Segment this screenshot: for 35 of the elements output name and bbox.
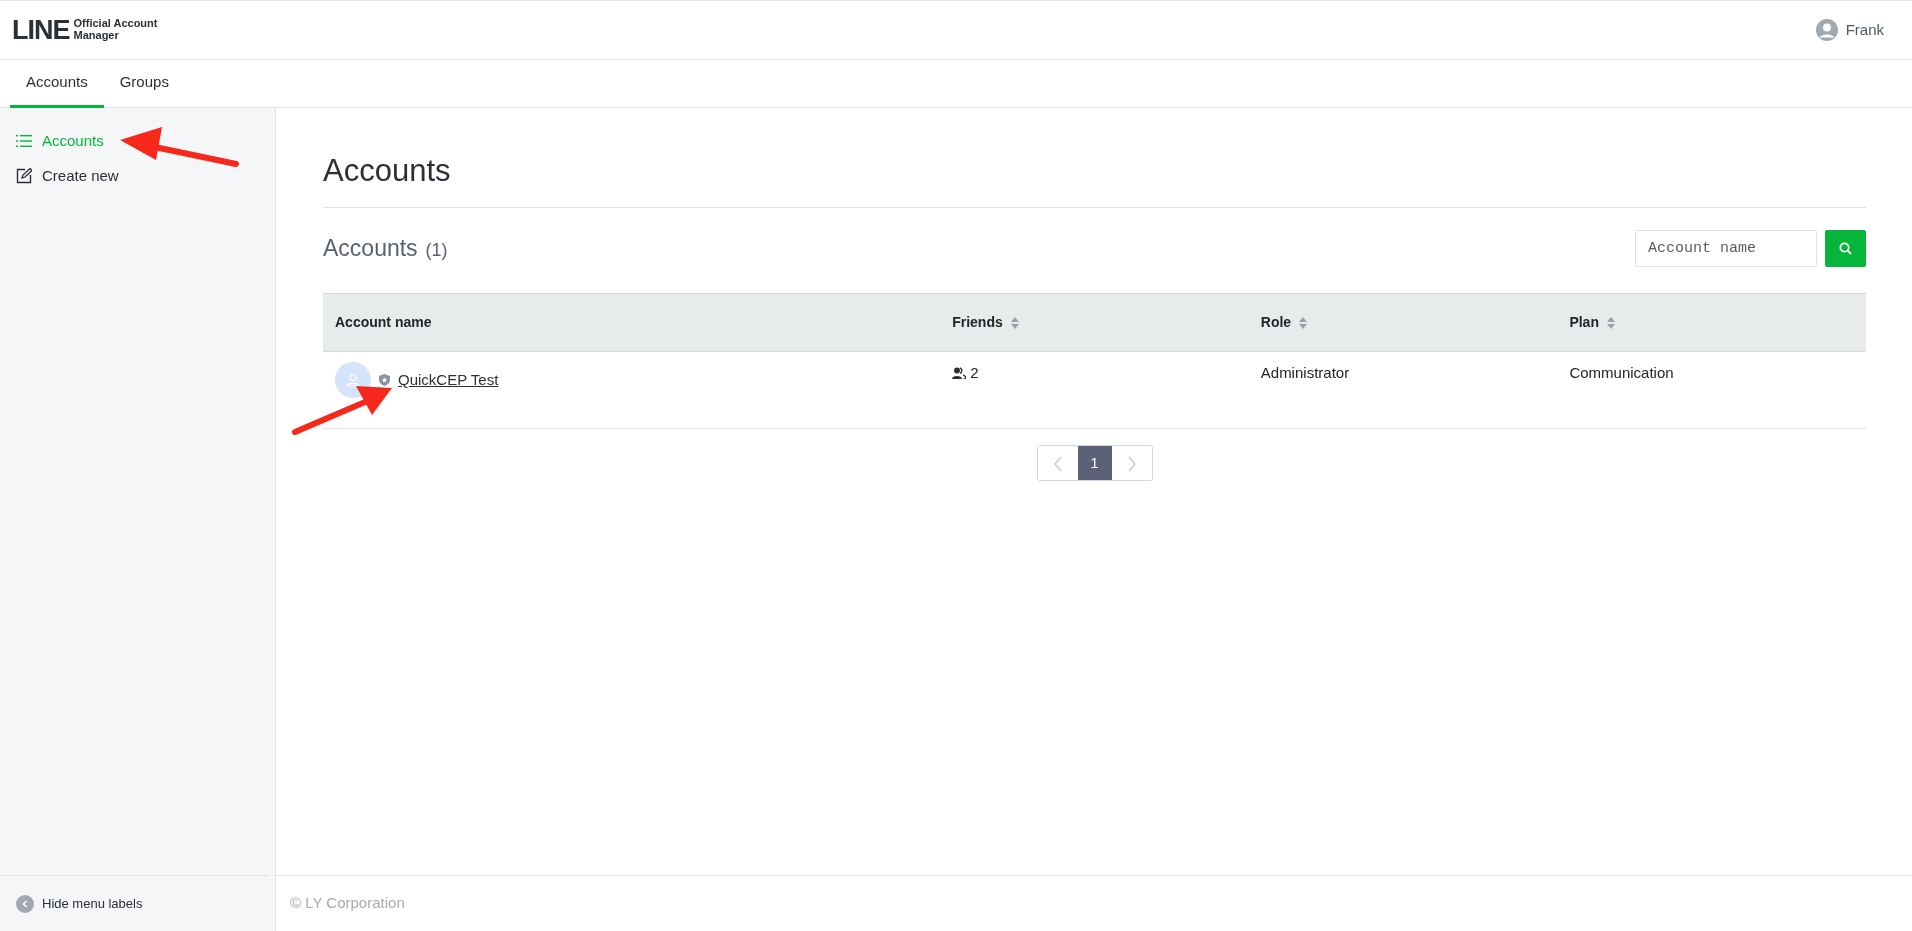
table-cell: Administrator	[1248, 351, 1558, 429]
collapse-icon[interactable]	[16, 894, 34, 913]
sort-icon[interactable]	[1010, 316, 1019, 329]
sidebar-item[interactable]: Create new	[0, 158, 275, 193]
edit-icon	[16, 167, 32, 184]
shield-icon	[379, 374, 390, 387]
user-name[interactable]: Frank	[1845, 18, 1884, 42]
page-title: Accounts	[323, 152, 1866, 209]
account-link[interactable]: QuickCEP Test	[398, 368, 499, 392]
section-title: Accounts	[323, 234, 418, 264]
table-cell: Communication	[1557, 351, 1866, 429]
chevron-left-icon	[1052, 456, 1063, 472]
column-header: Plan	[1569, 313, 1599, 333]
search-button[interactable]	[1825, 230, 1866, 268]
nav-tab[interactable]: Groups	[103, 60, 185, 108]
people-icon	[952, 367, 967, 380]
collapse-label[interactable]: Hide menu labels	[42, 893, 143, 914]
user-avatar-icon[interactable]	[1815, 19, 1838, 41]
logo-text: Official Account	[73, 18, 158, 30]
account-count: (1)	[425, 239, 448, 263]
column-header: Account name	[335, 313, 432, 333]
sort-icon[interactable]	[1299, 316, 1308, 329]
sort-icon[interactable]	[1606, 316, 1615, 329]
copyright-text: © LY Corporation	[290, 893, 405, 914]
search-icon	[1839, 242, 1852, 256]
column-header: Friends	[952, 313, 1003, 333]
list-icon	[16, 134, 32, 149]
search-field[interactable]: Account name	[1635, 230, 1817, 268]
person-icon	[346, 373, 360, 388]
column-header: Role	[1260, 313, 1292, 333]
page-button[interactable]: 1	[1077, 446, 1112, 481]
logo-text: Manager	[73, 30, 120, 42]
chevron-right-icon	[1126, 456, 1137, 472]
friends-count: 2	[970, 363, 979, 384]
logo-wordmark: LINE	[12, 16, 70, 44]
